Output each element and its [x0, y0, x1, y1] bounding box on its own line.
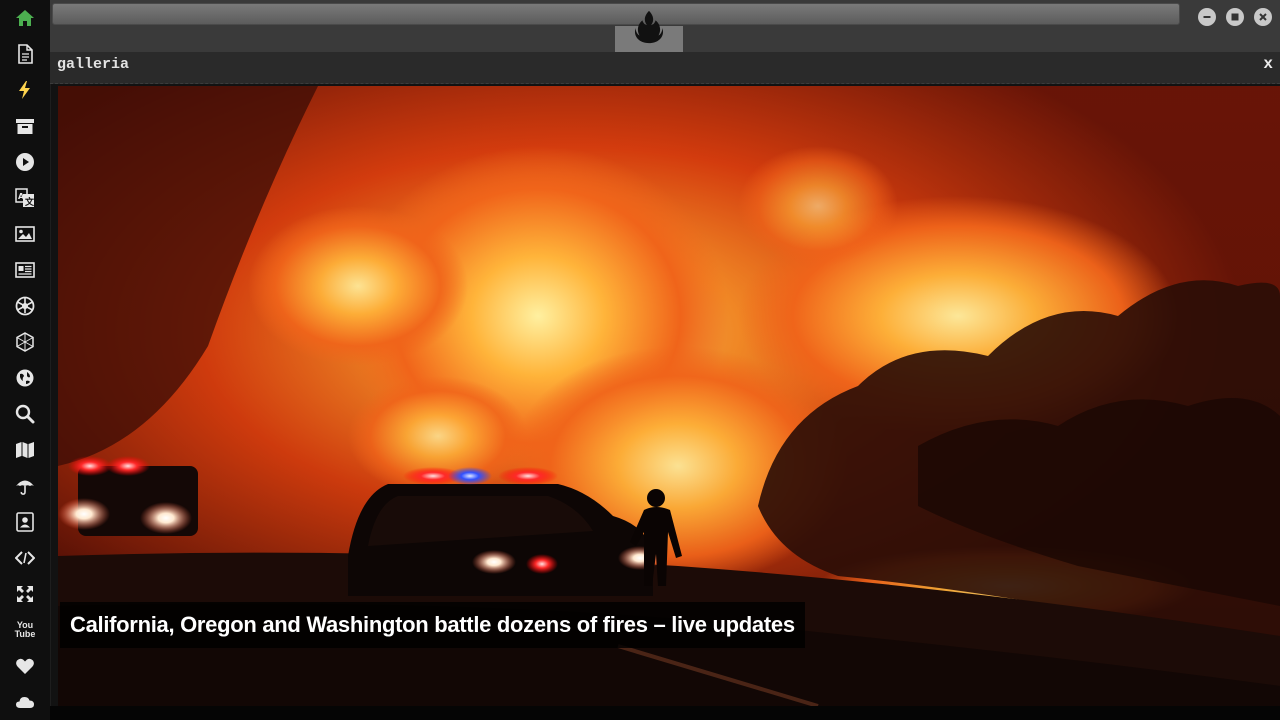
rebel-alliance-icon[interactable]: [630, 8, 668, 46]
heart-icon[interactable]: [13, 654, 37, 678]
map-icon[interactable]: [13, 438, 37, 462]
cloud-icon[interactable]: [13, 690, 37, 714]
lightning-icon[interactable]: [13, 78, 37, 102]
galleria-panel-header: galleria x: [50, 52, 1280, 84]
globe-icon[interactable]: [13, 366, 37, 390]
hexagon-network-icon[interactable]: [13, 330, 37, 354]
newspaper-icon[interactable]: [13, 258, 37, 282]
svg-text:A: A: [18, 192, 25, 201]
address-bar[interactable]: [52, 3, 1180, 25]
close-icon: [1259, 13, 1267, 21]
home-icon[interactable]: [13, 6, 37, 30]
top-bar: [50, 0, 1280, 52]
code-icon[interactable]: [13, 546, 37, 570]
image-icon[interactable]: [13, 222, 37, 246]
translate-icon[interactable]: A文: [13, 186, 37, 210]
close-button[interactable]: [1254, 8, 1272, 26]
minimize-icon: [1203, 16, 1211, 18]
sidebar: A文 You Tube: [0, 0, 51, 720]
panel-close-button[interactable]: x: [1263, 55, 1273, 73]
expand-icon[interactable]: [13, 582, 37, 606]
youtube-icon[interactable]: You Tube: [13, 618, 37, 642]
maximize-button[interactable]: [1226, 8, 1244, 26]
maximize-icon: [1231, 13, 1239, 21]
umbrella-icon[interactable]: [13, 474, 37, 498]
document-icon[interactable]: [13, 42, 37, 66]
search-icon[interactable]: [13, 402, 37, 426]
panel-title: galleria: [57, 56, 130, 73]
contact-card-icon[interactable]: [13, 510, 37, 534]
play-icon[interactable]: [13, 150, 37, 174]
bottom-strip: [50, 706, 1280, 720]
minimize-button[interactable]: [1198, 8, 1216, 26]
svg-text:文: 文: [24, 196, 35, 208]
image-caption: California, Oregon and Washington battle…: [60, 602, 805, 648]
empire-icon[interactable]: [13, 294, 37, 318]
archive-icon[interactable]: [13, 114, 37, 138]
